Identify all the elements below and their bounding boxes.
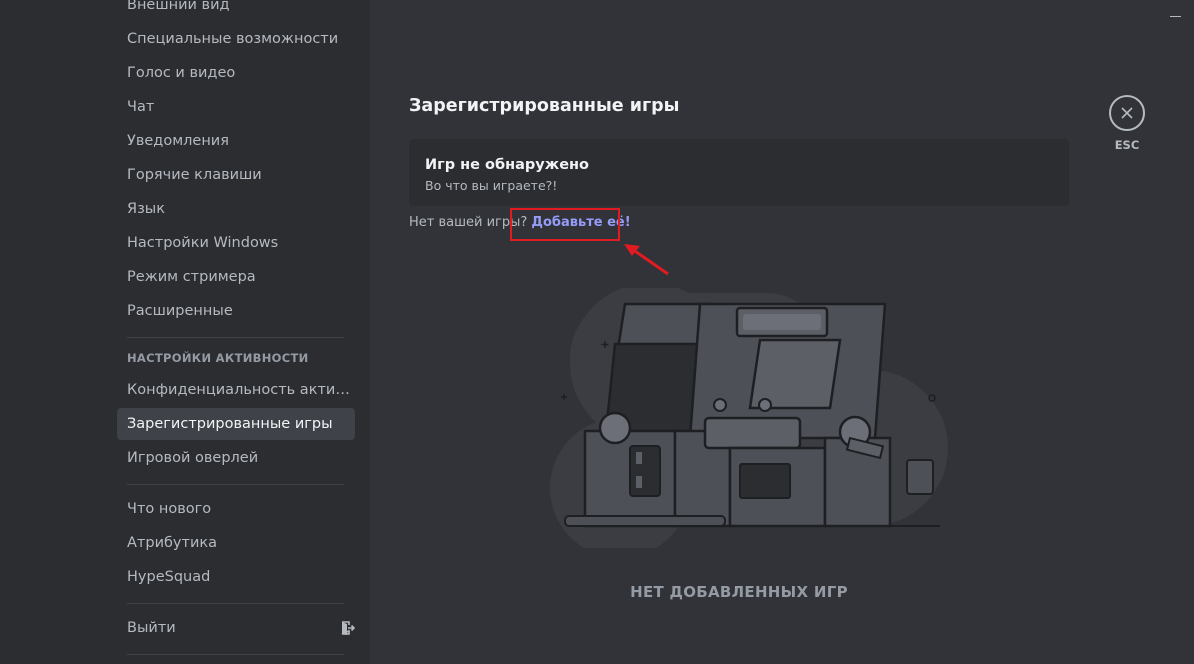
sidebar-item-merch[interactable]: Атрибутика (117, 527, 355, 559)
sidebar-divider (127, 484, 344, 485)
sidebar-item-streamer-mode[interactable]: Режим стримера (117, 261, 355, 293)
sidebar-item-chat[interactable]: Чат (117, 91, 355, 123)
esc-label: ESC (1114, 138, 1140, 152)
sidebar-divider (127, 603, 344, 604)
sidebar-item-notifications[interactable]: Уведомления (117, 125, 355, 157)
sidebar-item-accessibility[interactable]: Специальные возможности (117, 23, 355, 55)
sidebar-item-hypesquad[interactable]: HypeSquad (117, 561, 355, 593)
annotation-highlight-box (510, 208, 620, 241)
no-games-subtitle: Во что вы играете?! (425, 178, 558, 193)
close-button[interactable] (1109, 95, 1145, 131)
no-games-card: Игр не обнаружено Во что вы играете?! (409, 139, 1069, 206)
sidebar-item-advanced[interactable]: Расширенные (117, 295, 355, 327)
no-games-title: Игр не обнаружено (425, 157, 590, 173)
close-icon (1121, 107, 1133, 119)
minimize-button[interactable] (1170, 16, 1181, 17)
sidebar-item-game-overlay[interactable]: Игровой оверлей (117, 442, 355, 474)
sidebar-item-language[interactable]: Язык (117, 193, 355, 225)
sidebar-item-voice-video[interactable]: Голос и видео (117, 57, 355, 89)
logout-icon (341, 621, 355, 635)
no-games-added-label: НЕТ ДОБАВЛЕННЫХ ИГР (630, 583, 848, 601)
page-title: Зарегистрированные игры (409, 96, 680, 116)
activity-settings-header: НАСТРОЙКИ АКТИВНОСТИ (127, 351, 309, 365)
sidebar-item-appearance[interactable]: Внешний вид (117, 0, 355, 21)
sidebar-item-activity-privacy[interactable]: Конфиденциальность активности (117, 374, 355, 406)
sidebar-item-whats-new[interactable]: Что нового (117, 493, 355, 525)
sidebar-divider (127, 337, 344, 338)
sidebar-item-registered-games[interactable]: Зарегистрированные игры (117, 408, 355, 440)
settings-sidebar: Внешний вид Специальные возможности Голо… (0, 0, 370, 664)
sidebar-item-keybinds[interactable]: Горячие клавиши (117, 159, 355, 191)
logout-button[interactable]: Выйти (117, 612, 355, 644)
sidebar-item-windows-settings[interactable]: Настройки Windows (117, 227, 355, 259)
logout-label: Выйти (127, 620, 176, 636)
sidebar-divider (127, 654, 344, 655)
arcade-illustration (550, 288, 948, 548)
